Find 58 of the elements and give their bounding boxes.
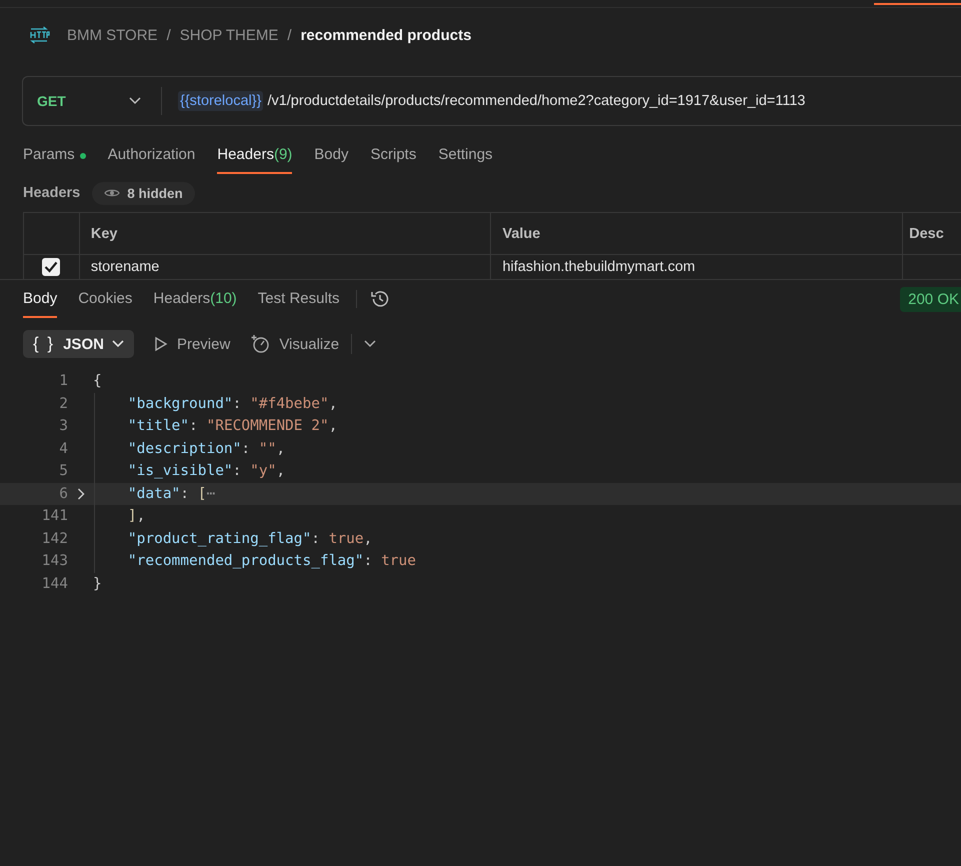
column-header: Key bbox=[90, 226, 118, 242]
column-header: Desc bbox=[909, 226, 944, 242]
line-number: 5 bbox=[58, 463, 68, 480]
code-line: "recommended_products_flag": true bbox=[126, 553, 416, 570]
visualize-button[interactable]: Visualize bbox=[250, 334, 340, 354]
request-tab[interactable]: Scripts bbox=[370, 142, 416, 174]
code-line: } bbox=[93, 576, 102, 592]
breadcrumb-item[interactable]: BMM STORE bbox=[67, 26, 158, 44]
preview-button[interactable]: Preview bbox=[154, 336, 230, 352]
code-line: "description": "", bbox=[126, 440, 286, 457]
sparkle-gauge-icon bbox=[250, 334, 270, 354]
breadcrumb-separator: / bbox=[166, 26, 171, 44]
checkbox[interactable] bbox=[42, 258, 60, 276]
eye-icon bbox=[104, 188, 120, 198]
code-line: "background": "#f4bebe", bbox=[126, 396, 338, 412]
code-line: "is_visible": "y", bbox=[126, 463, 286, 480]
chevron-down-icon bbox=[112, 340, 124, 348]
url-input-field[interactable]: {{storelocal}} /v1/productdetails/products/recommended/home2?category_id=1917&user_id=1113 bbox=[178, 91, 806, 111]
line-number: 6 bbox=[58, 486, 68, 502]
chevron-down-icon bbox=[129, 97, 141, 105]
breadcrumb-item: recommended products bbox=[300, 26, 472, 44]
response-tab[interactable]: Cookies bbox=[78, 280, 132, 318]
method-dropdown[interactable]: GET bbox=[23, 93, 141, 109]
request-tab[interactable]: Settings bbox=[438, 142, 493, 174]
breadcrumb-item[interactable]: SHOP THEME bbox=[180, 26, 278, 44]
code-line: "title": "RECOMMENDE 2", bbox=[126, 418, 338, 434]
line-number: 141 bbox=[40, 508, 68, 524]
request-tab[interactable]: Authorization bbox=[108, 142, 196, 174]
format-dropdown[interactable]: { } JSON bbox=[23, 330, 134, 358]
code-line: ], bbox=[126, 508, 146, 524]
code-line: "product_rating_flag": true, bbox=[126, 530, 372, 547]
table-cell: hifashion.thebuildmymart.com bbox=[502, 259, 696, 275]
line-number: 4 bbox=[58, 440, 68, 457]
line-number: 1 bbox=[58, 373, 68, 390]
response-tab[interactable]: Body bbox=[23, 280, 58, 318]
code-line: { bbox=[93, 373, 102, 390]
http-request-icon bbox=[28, 26, 50, 44]
hidden-headers-toggle[interactable]: 8 hidden bbox=[92, 182, 195, 204]
line-number: 144 bbox=[40, 576, 68, 592]
line-number: 142 bbox=[40, 530, 68, 547]
column-header: Value bbox=[502, 226, 540, 242]
response-tab[interactable]: Test Results bbox=[258, 280, 340, 318]
line-number: 3 bbox=[58, 418, 68, 434]
play-icon bbox=[154, 336, 168, 352]
request-tab[interactable]: Params bbox=[23, 142, 86, 174]
code-line: "data": [⋯ bbox=[126, 486, 216, 502]
request-tab[interactable]: Body bbox=[314, 142, 348, 174]
request-tab[interactable]: Headers(9) bbox=[217, 142, 292, 174]
response-tab[interactable]: Headers(10) bbox=[153, 280, 237, 318]
status-badge: 200 OK bbox=[900, 286, 961, 312]
line-number: 143 bbox=[40, 553, 68, 570]
chevron-right-icon[interactable] bbox=[76, 488, 84, 500]
line-number: 2 bbox=[58, 396, 68, 412]
breadcrumb-separator: / bbox=[287, 26, 292, 44]
section-title: Headers bbox=[23, 185, 80, 201]
chevron-down-icon[interactable] bbox=[364, 340, 376, 348]
history-icon[interactable] bbox=[370, 289, 390, 309]
table-cell: storename bbox=[90, 259, 160, 275]
